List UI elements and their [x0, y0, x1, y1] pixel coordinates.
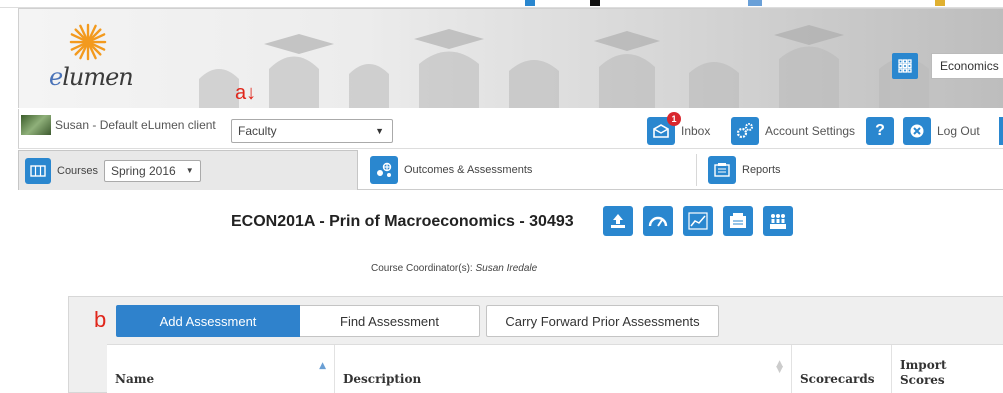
column-scorecards[interactable]: Scorecards — [792, 345, 892, 393]
toolbar-fragment — [590, 0, 600, 6]
column-description[interactable]: Description ▲ ▼ — [335, 345, 792, 393]
chart-button[interactable] — [683, 206, 713, 236]
grid-icon — [898, 59, 912, 73]
close-icon — [903, 117, 931, 145]
outcomes-icon — [370, 156, 398, 184]
module-tabs: Courses Spring 2016 ▼ Outcomes & Assessm… — [18, 150, 1003, 190]
user-bar: Susan - Default eLumen client Faculty ▼ … — [18, 109, 1003, 149]
column-name-label: Name — [115, 372, 155, 386]
column-import-scores[interactable]: Import Scores — [892, 345, 1003, 393]
role-select[interactable]: Faculty ▼ — [231, 119, 393, 143]
annotation-a: a↓ — [235, 82, 257, 104]
tab-outcomes-label: Outcomes & Assessments — [404, 164, 533, 176]
carry-forward-button[interactable]: Carry Forward Prior Assessments — [486, 305, 719, 337]
column-name[interactable]: Name ▲ — [107, 345, 335, 393]
course-action-toolbar — [603, 206, 793, 236]
upload-icon — [611, 214, 625, 228]
course-title: ECON201A - Prin of Macroeconomics - 3049… — [231, 213, 574, 230]
students-button[interactable] — [763, 206, 793, 236]
term-select[interactable]: Spring 2016 ▼ — [103, 159, 201, 182]
elumen-logo[interactable]: elumen — [49, 23, 149, 103]
add-assessment-button[interactable]: Add Assessment — [116, 305, 300, 337]
help-button[interactable]: ? — [866, 117, 894, 145]
department-select[interactable]: Economics — [931, 53, 1003, 79]
logout-button[interactable]: Log Out — [903, 117, 980, 145]
report-card-icon — [730, 213, 746, 228]
user-label: Susan - Default eLumen client — [55, 118, 216, 132]
line-chart-icon — [688, 212, 708, 230]
upload-button[interactable] — [603, 206, 633, 236]
courses-icon — [25, 157, 51, 184]
column-description-label: Description — [343, 372, 422, 386]
assessment-mode-toggle: Add Assessment Find Assessment — [116, 305, 480, 337]
inbox-icon: 1 — [647, 112, 681, 145]
toolbar-fragment — [748, 0, 762, 6]
annotation-b: b — [94, 307, 107, 332]
chevron-down-icon: ▼ — [185, 165, 194, 175]
tab-divider — [696, 154, 697, 186]
tab-reports-label: Reports — [742, 164, 781, 176]
report-card-button[interactable] — [723, 206, 753, 236]
column-scorecards-label: Scorecards — [800, 372, 875, 386]
app-grid-button[interactable] — [892, 53, 918, 79]
tab-reports[interactable]: Reports — [708, 150, 1003, 190]
chevron-down-icon: ▼ — [375, 126, 384, 136]
account-settings-label: Account Settings — [765, 124, 856, 138]
toolbar-fragment — [525, 0, 535, 6]
logo-wordmark: elumen — [49, 63, 134, 91]
gears-icon — [731, 117, 759, 145]
tab-courses[interactable]: Courses Spring 2016 ▼ — [18, 150, 358, 190]
gauge-icon — [648, 216, 668, 227]
column-import-scores-label: Import Scores — [900, 358, 947, 387]
role-value: Faculty — [238, 124, 277, 138]
tab-outcomes-assessments[interactable]: Outcomes & Assessments — [370, 150, 690, 190]
coordinator-name[interactable]: Susan Iredale — [475, 263, 537, 274]
course-coordinator: Course Coordinator(s): Susan Iredale — [371, 263, 537, 274]
logout-label: Log Out — [937, 124, 980, 138]
inbox-button[interactable]: 1 Inbox — [647, 112, 711, 145]
tab-courses-label: Courses — [57, 164, 98, 177]
sun-logo-icon — [69, 23, 107, 61]
term-value: Spring 2016 — [110, 163, 176, 178]
header-banner: elumen Economics — [18, 8, 1003, 108]
account-settings-button[interactable]: Account Settings — [731, 117, 855, 145]
toolbar-fragment — [935, 0, 945, 6]
inbox-label: Inbox — [681, 124, 711, 138]
inbox-badge: 1 — [667, 112, 681, 126]
coordinator-prefix: Course Coordinator(s): — [371, 263, 476, 274]
students-icon — [770, 214, 786, 229]
help-icon: ? — [866, 117, 894, 145]
find-assessment-button[interactable]: Find Assessment — [300, 305, 480, 337]
sort-both-icon: ▲ ▼ — [776, 359, 783, 375]
avatar — [21, 115, 51, 135]
graduates-silhouette-background — [199, 25, 929, 108]
sort-ascending-icon: ▲ — [319, 361, 326, 371]
overflow-button-edge[interactable] — [999, 117, 1003, 145]
reports-icon — [708, 156, 736, 184]
gauge-button[interactable] — [643, 206, 673, 236]
assessments-table-header: Name ▲ Description ▲ ▼ Scorecards Import … — [107, 344, 1003, 393]
top-toolbar-remnant — [0, 0, 1003, 8]
